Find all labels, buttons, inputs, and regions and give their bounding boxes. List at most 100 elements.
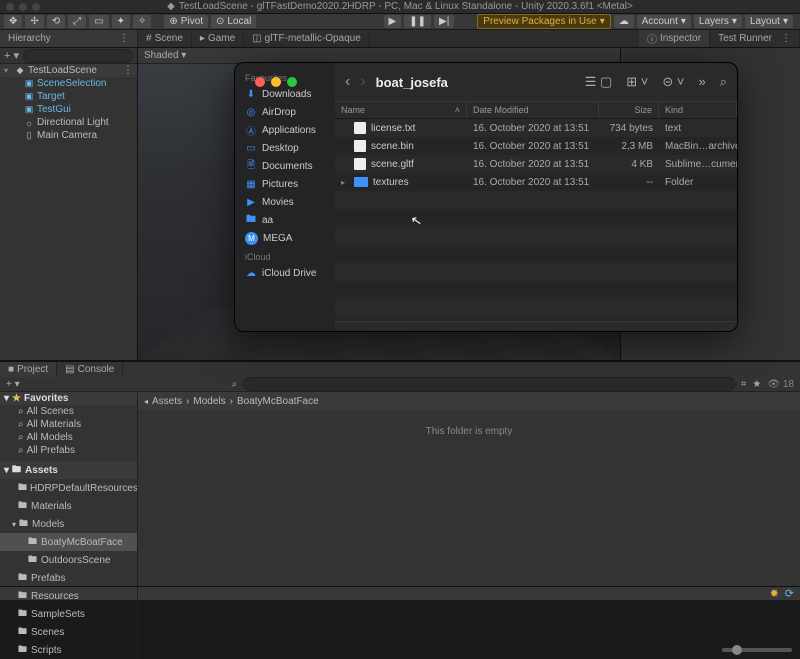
create-dropdown[interactable]: + ▾	[4, 49, 19, 62]
custom-tool-button[interactable]: ✧	[133, 15, 151, 28]
pivot-toggle[interactable]: ⊕ Pivot	[164, 15, 208, 28]
sidebar-item-applications[interactable]: ⒶApplications	[235, 121, 335, 139]
finder-scrollbar[interactable]	[335, 321, 737, 331]
file-row[interactable]: license.txt 16. October 2020 at 13:51734…	[335, 119, 737, 137]
min-dot[interactable]	[19, 3, 27, 11]
more-button[interactable]: »	[698, 74, 705, 90]
rect-tool-button[interactable]: ▭	[89, 15, 108, 28]
sidebar-item-desktop[interactable]: ▭Desktop	[235, 139, 335, 157]
hierarchy-item[interactable]: ▣SceneSelection	[0, 77, 137, 90]
view-list-button[interactable]: ☰ ▢	[585, 74, 613, 90]
scale-tool-button[interactable]: ⤢	[68, 15, 86, 28]
forward-button[interactable]: ›	[360, 73, 365, 91]
file-list[interactable]: license.txt 16. October 2020 at 13:51734…	[335, 119, 737, 321]
breadcrumb[interactable]: ◂ Assets › Models › BoatyMcBoatFace	[138, 392, 800, 410]
folder-item[interactable]: 🖿Scripts	[0, 641, 137, 659]
pause-button[interactable]: ❚❚	[404, 15, 431, 28]
local-toggle[interactable]: ⊙ Local	[211, 15, 256, 28]
sidebar-item-icloud[interactable]: ☁iCloud Drive	[235, 264, 335, 282]
zoom-button[interactable]	[287, 77, 297, 87]
hierarchy-item[interactable]: ☼Directional Light	[0, 116, 137, 129]
folder-item[interactable]: 🖿Scenes	[0, 623, 137, 641]
col-date[interactable]: Date Modified	[467, 102, 599, 118]
sidebar-item-pictures[interactable]: ▦Pictures	[235, 175, 335, 193]
search-icon[interactable]: ⌕	[720, 74, 727, 90]
folder-item[interactable]: 🖿OutdoorsScene	[0, 551, 137, 569]
layers-dropdown[interactable]: Layers ▾	[694, 15, 742, 28]
sidebar-item-airdrop[interactable]: ◎AirDrop	[235, 103, 335, 121]
col-name[interactable]: Name ˄	[335, 102, 467, 118]
max-dot[interactable]	[32, 3, 40, 11]
macos-traffic-lights[interactable]	[6, 3, 40, 11]
finder-window[interactable]: Favourites ⬇Downloads ◎AirDrop ⒶApplicat…	[234, 62, 738, 332]
move-tool-button[interactable]: ✢	[25, 15, 43, 28]
refresh-icon[interactable]: ⟳	[785, 587, 794, 600]
window-titlebar: ◆ TestLoadScene - glTFastDemo2020.2HDRP …	[0, 0, 800, 14]
console-tab[interactable]: ▤ Console	[57, 362, 123, 377]
scene-root[interactable]: ▾◆TestLoadScene⋮	[0, 64, 137, 77]
empty-row	[335, 299, 737, 317]
folder-item[interactable]: 🖿Materials	[0, 497, 137, 515]
layout-dropdown[interactable]: Layout ▾	[745, 15, 793, 28]
sidebar-item-movies[interactable]: ▶Movies	[235, 193, 335, 211]
hand-tool-button[interactable]: ✥	[4, 15, 22, 28]
hierarchy-item[interactable]: ▣Target	[0, 90, 137, 103]
gltf-tab[interactable]: ◫glTF-metallic-Opaque	[244, 30, 370, 47]
cloud-button[interactable]: ☁	[614, 15, 634, 28]
column-headers[interactable]: Name ˄ Date Modified Size Kind	[335, 101, 737, 119]
assets-header[interactable]: ▾🖿Assets	[0, 461, 137, 479]
close-button[interactable]	[255, 77, 265, 87]
folder-item[interactable]: 🖿Resources	[0, 587, 137, 605]
filter-button[interactable]: ⌗	[741, 379, 747, 390]
project-tab[interactable]: ■ Project	[0, 362, 57, 377]
favorite-item[interactable]: ⌕All Scenes	[0, 405, 137, 418]
sidebar-item-aa[interactable]: 🖿aa	[235, 211, 335, 229]
file-row[interactable]: scene.gltf 16. October 2020 at 13:514 KB…	[335, 155, 737, 173]
favorite-item[interactable]: ⌕All Prefabs	[0, 444, 137, 457]
folder-row[interactable]: ▸textures 16. October 2020 at 13:51--Fol…	[335, 173, 737, 191]
minimize-button[interactable]	[271, 77, 281, 87]
folder-item[interactable]: ▾🖿Models	[0, 515, 137, 533]
play-button[interactable]: ▶	[384, 15, 402, 28]
action-button[interactable]: ⊝ ˅	[662, 74, 684, 90]
rotate-tool-button[interactable]: ⟲	[47, 15, 65, 28]
test-runner-tab[interactable]: Test Runner⋮	[710, 30, 800, 47]
sidebar-item-documents[interactable]: 🗎Documents	[235, 157, 335, 175]
sidebar-item-mega[interactable]: MMEGA	[235, 229, 335, 248]
slider-thumb[interactable]	[732, 645, 742, 655]
favorite-item[interactable]: ⌕All Models	[0, 431, 137, 444]
project-search[interactable]	[243, 377, 735, 391]
hierarchy-search[interactable]	[23, 49, 133, 63]
close-dot[interactable]	[6, 3, 14, 11]
folder-icon: 🖿	[245, 214, 257, 226]
transform-tool-button[interactable]: ✦	[112, 15, 130, 28]
tab-menu-icon[interactable]: ⋮	[119, 33, 129, 44]
group-button[interactable]: ⊞ ˅	[626, 74, 648, 90]
hierarchy-panel: + ▾ ▾◆TestLoadScene⋮ ▣SceneSelection ▣Ta…	[0, 48, 138, 360]
bug-icon[interactable]: ✸	[770, 587, 779, 600]
inspector-tab[interactable]: ⓘInspector	[639, 30, 710, 47]
preview-packages-button[interactable]: Preview Packages in Use ▾	[477, 14, 610, 29]
col-kind[interactable]: Kind	[659, 102, 737, 118]
favorites-header[interactable]: ▾★Favorites	[0, 392, 137, 405]
col-size[interactable]: Size	[599, 102, 659, 118]
folder-item[interactable]: 🖿HDRPDefaultResources	[0, 479, 137, 497]
favorite-item[interactable]: ⌕All Materials	[0, 418, 137, 431]
hierarchy-item[interactable]: ▣TestGui	[0, 103, 137, 116]
icon-size-slider[interactable]	[722, 648, 792, 652]
scene-tab[interactable]: #Scene	[138, 30, 192, 47]
back-button[interactable]: ‹	[345, 73, 350, 91]
shading-dropdown[interactable]: Shaded ▾	[144, 50, 186, 61]
file-row[interactable]: scene.bin 16. October 2020 at 13:512,3 M…	[335, 137, 737, 155]
hierarchy-tab[interactable]: Hierarchy⋮	[0, 30, 138, 47]
folder-item[interactable]: 🖿Prefabs	[0, 569, 137, 587]
hierarchy-item[interactable]: ▯Main Camera	[0, 129, 137, 142]
account-dropdown[interactable]: Account ▾	[637, 15, 691, 28]
favorite-button[interactable]: ★	[752, 379, 761, 390]
game-tab[interactable]: ▸Game	[192, 30, 244, 47]
step-button[interactable]: ▶|	[434, 15, 454, 28]
create-dropdown[interactable]: + ▾	[6, 379, 20, 390]
folder-item-selected[interactable]: 🖿BoatyMcBoatFace	[0, 533, 137, 551]
folder-item[interactable]: 🖿SampleSets	[0, 605, 137, 623]
hidden-toggle[interactable]: 👁 18	[767, 379, 794, 390]
